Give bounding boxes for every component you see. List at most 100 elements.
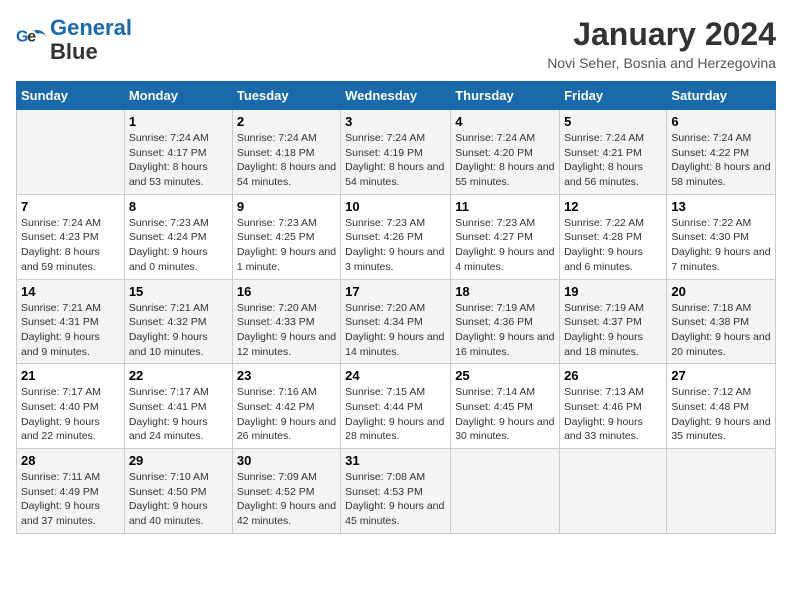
day-number: 8 (129, 199, 228, 214)
day-number: 16 (237, 284, 336, 299)
calendar-cell: 20Sunrise: 7:18 AMSunset: 4:38 PMDayligh… (667, 279, 776, 364)
day-number: 14 (21, 284, 120, 299)
day-detail: Sunrise: 7:24 AMSunset: 4:17 PMDaylight:… (129, 131, 228, 190)
header-tuesday: Tuesday (232, 82, 340, 110)
day-number: 28 (21, 453, 120, 468)
calendar-cell: 26 Sunrise: 7:13 AMSunset: 4:46 PMDayligh… (560, 364, 667, 449)
calendar-cell: 27 Sunrise: 7:12 AMSunset: 4:48 PMDayligh… (667, 364, 776, 449)
day-number: 30 (237, 453, 336, 468)
day-number: 9 (237, 199, 336, 214)
calendar-cell: 5 Sunrise: 7:24 AMSunset: 4:21 PMDaylight… (560, 110, 667, 195)
day-detail: Sunrise: 7:13 AMSunset: 4:46 PMDaylight:… (564, 385, 662, 444)
day-number: 26 (564, 368, 662, 383)
day-detail: Sunrise: 7:24 AMSunset: 4:21 PMDaylight:… (564, 131, 662, 190)
calendar-cell: 23Sunrise: 7:16 AMSunset: 4:42 PMDayligh… (232, 364, 340, 449)
calendar-cell (451, 449, 560, 534)
day-detail: Sunrise: 7:23 AMSunset: 4:26 PMDaylight:… (345, 216, 446, 275)
calendar-cell: 29Sunrise: 7:10 AMSunset: 4:50 PMDayligh… (124, 449, 232, 534)
day-number: 23 (237, 368, 336, 383)
day-detail: Sunrise: 7:21 AMSunset: 4:31 PMDaylight:… (21, 301, 120, 360)
calendar-cell: 6Sunrise: 7:24 AMSunset: 4:22 PMDaylight… (667, 110, 776, 195)
calendar-cell: 10 Sunrise: 7:23 AMSunset: 4:26 PMDayligh… (341, 194, 451, 279)
day-detail: Sunrise: 7:18 AMSunset: 4:38 PMDaylight:… (671, 301, 771, 360)
day-detail: Sunrise: 7:23 AMSunset: 4:25 PMDaylight:… (237, 216, 336, 275)
week-row-4: 21 Sunrise: 7:17 AMSunset: 4:40 PMDayligh… (17, 364, 776, 449)
day-detail: Sunrise: 7:17 AMSunset: 4:40 PMDaylight:… (21, 385, 120, 444)
day-number: 3 (345, 114, 446, 129)
day-number: 31 (345, 453, 446, 468)
calendar-cell: 12 Sunrise: 7:22 AMSunset: 4:28 PMDayligh… (560, 194, 667, 279)
location: Novi Seher, Bosnia and Herzegovina (547, 55, 776, 71)
day-detail: Sunrise: 7:24 AMSunset: 4:22 PMDaylight:… (671, 131, 771, 190)
calendar-cell: 1 Sunrise: 7:24 AMSunset: 4:17 PMDaylight… (124, 110, 232, 195)
header-thursday: Thursday (451, 82, 560, 110)
logo: G e General Blue (16, 16, 132, 64)
logo-text: General Blue (50, 16, 132, 64)
header-friday: Friday (560, 82, 667, 110)
calendar-cell (17, 110, 125, 195)
header-sunday: Sunday (17, 82, 125, 110)
logo-icon: G e (16, 24, 48, 56)
calendar-cell: 13Sunrise: 7:22 AMSunset: 4:30 PMDayligh… (667, 194, 776, 279)
logo-line1: General (50, 15, 132, 40)
calendar-cell: 28Sunrise: 7:11 AMSunset: 4:49 PMDayligh… (17, 449, 125, 534)
day-number: 13 (671, 199, 771, 214)
title-block: January 2024 Novi Seher, Bosnia and Herz… (547, 16, 776, 71)
calendar-cell: 19 Sunrise: 7:19 AMSunset: 4:37 PMDayligh… (560, 279, 667, 364)
calendar-cell: 7 Sunrise: 7:24 AMSunset: 4:23 PMDaylight… (17, 194, 125, 279)
day-detail: Sunrise: 7:24 AMSunset: 4:20 PMDaylight:… (455, 131, 555, 190)
day-detail: Sunrise: 7:24 AMSunset: 4:23 PMDaylight:… (21, 216, 120, 275)
day-detail: Sunrise: 7:22 AMSunset: 4:28 PMDaylight:… (564, 216, 662, 275)
week-row-1: 1 Sunrise: 7:24 AMSunset: 4:17 PMDaylight… (17, 110, 776, 195)
day-detail: Sunrise: 7:09 AMSunset: 4:52 PMDaylight:… (237, 470, 336, 529)
calendar-cell: 21 Sunrise: 7:17 AMSunset: 4:40 PMDayligh… (17, 364, 125, 449)
month-title: January 2024 (547, 16, 776, 53)
day-number: 2 (237, 114, 336, 129)
day-detail: Sunrise: 7:17 AMSunset: 4:41 PMDaylight:… (129, 385, 228, 444)
calendar-cell: 3 Sunrise: 7:24 AMSunset: 4:19 PMDaylight… (341, 110, 451, 195)
day-detail: Sunrise: 7:19 AMSunset: 4:36 PMDaylight:… (455, 301, 555, 360)
header-monday: Monday (124, 82, 232, 110)
day-number: 11 (455, 199, 555, 214)
calendar-cell: 9 Sunrise: 7:23 AMSunset: 4:25 PMDaylight… (232, 194, 340, 279)
calendar-cell: 17Sunrise: 7:20 AMSunset: 4:34 PMDayligh… (341, 279, 451, 364)
calendar-cell: 14 Sunrise: 7:21 AMSunset: 4:31 PMDayligh… (17, 279, 125, 364)
calendar-cell: 25Sunrise: 7:14 AMSunset: 4:45 PMDayligh… (451, 364, 560, 449)
day-detail: Sunrise: 7:24 AMSunset: 4:19 PMDaylight:… (345, 131, 446, 190)
week-row-5: 28Sunrise: 7:11 AMSunset: 4:49 PMDayligh… (17, 449, 776, 534)
day-detail: Sunrise: 7:10 AMSunset: 4:50 PMDaylight:… (129, 470, 228, 529)
day-number: 18 (455, 284, 555, 299)
calendar-cell: 24Sunrise: 7:15 AMSunset: 4:44 PMDayligh… (341, 364, 451, 449)
day-number: 24 (345, 368, 446, 383)
day-detail: Sunrise: 7:08 AMSunset: 4:53 PMDaylight:… (345, 470, 446, 529)
calendar-cell: 8 Sunrise: 7:23 AMSunset: 4:24 PMDaylight… (124, 194, 232, 279)
day-detail: Sunrise: 7:20 AMSunset: 4:33 PMDaylight:… (237, 301, 336, 360)
day-detail: Sunrise: 7:14 AMSunset: 4:45 PMDaylight:… (455, 385, 555, 444)
page-header: G e General Blue January 2024 Novi Seher… (16, 16, 776, 71)
calendar-cell: 31 Sunrise: 7:08 AMSunset: 4:53 PMDayligh… (341, 449, 451, 534)
calendar-table: SundayMondayTuesdayWednesdayThursdayFrid… (16, 81, 776, 534)
calendar-cell: 11Sunrise: 7:23 AMSunset: 4:27 PMDayligh… (451, 194, 560, 279)
calendar-cell: 18 Sunrise: 7:19 AMSunset: 4:36 PMDayligh… (451, 279, 560, 364)
calendar-cell: 4 Sunrise: 7:24 AMSunset: 4:20 PMDaylight… (451, 110, 560, 195)
day-number: 7 (21, 199, 120, 214)
day-detail: Sunrise: 7:19 AMSunset: 4:37 PMDaylight:… (564, 301, 662, 360)
calendar-cell: 22Sunrise: 7:17 AMSunset: 4:41 PMDayligh… (124, 364, 232, 449)
logo-line2: Blue (50, 39, 98, 64)
day-number: 27 (671, 368, 771, 383)
week-row-3: 14 Sunrise: 7:21 AMSunset: 4:31 PMDayligh… (17, 279, 776, 364)
day-number: 21 (21, 368, 120, 383)
day-number: 1 (129, 114, 228, 129)
day-number: 5 (564, 114, 662, 129)
day-number: 12 (564, 199, 662, 214)
week-row-2: 7 Sunrise: 7:24 AMSunset: 4:23 PMDaylight… (17, 194, 776, 279)
day-detail: Sunrise: 7:23 AMSunset: 4:24 PMDaylight:… (129, 216, 228, 275)
calendar-cell: 16 Sunrise: 7:20 AMSunset: 4:33 PMDayligh… (232, 279, 340, 364)
day-number: 4 (455, 114, 555, 129)
day-number: 19 (564, 284, 662, 299)
day-detail: Sunrise: 7:12 AMSunset: 4:48 PMDaylight:… (671, 385, 771, 444)
header-wednesday: Wednesday (341, 82, 451, 110)
calendar-cell: 2Sunrise: 7:24 AMSunset: 4:18 PMDaylight… (232, 110, 340, 195)
day-number: 10 (345, 199, 446, 214)
day-detail: Sunrise: 7:20 AMSunset: 4:34 PMDaylight:… (345, 301, 446, 360)
